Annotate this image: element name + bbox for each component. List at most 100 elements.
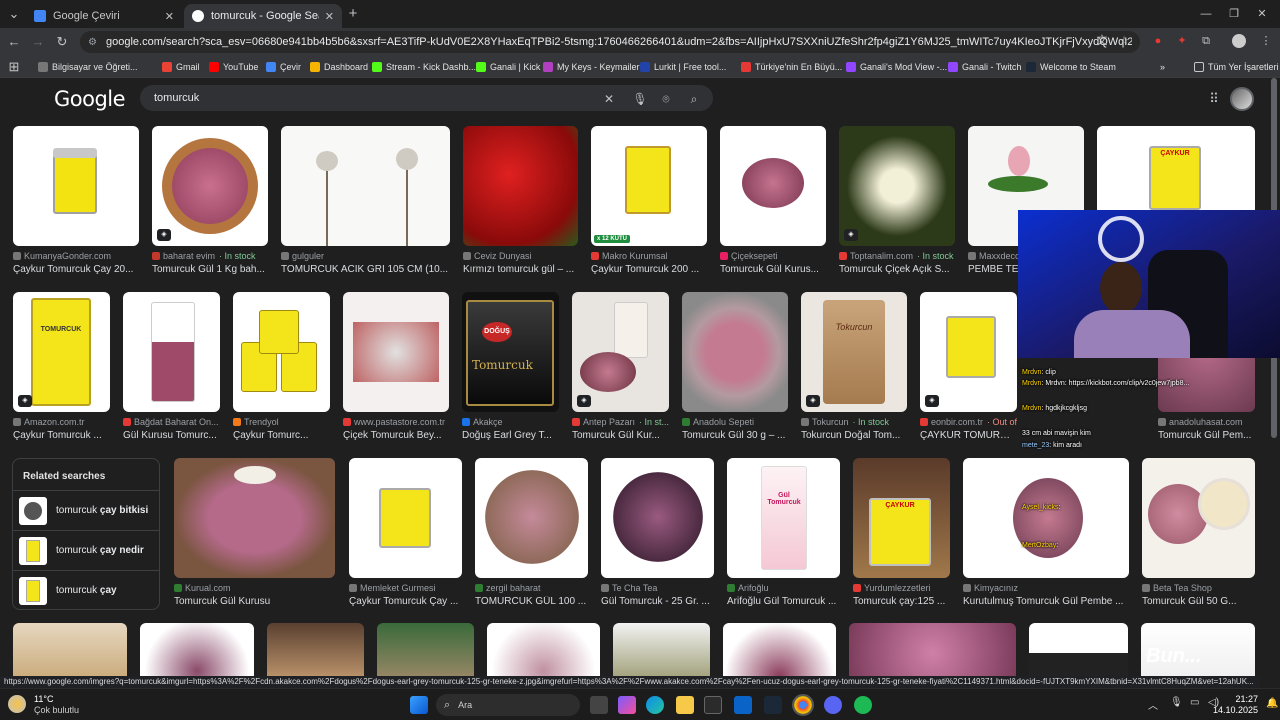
result-title[interactable]: Tomurcuk Gül Kurusu [174,596,335,607]
image-result[interactable]: Gül Tomurcuk Arifoğlu Arifoğlu Gül Tomur… [727,458,840,607]
image-result[interactable]: gulguler TOMURCUK ACIK GRI 105 CM (10... [281,126,450,275]
image-result[interactable]: Trendyol Çaykur Tomurc... [233,292,330,441]
result-title[interactable]: ÇAYKUR TOMURCU... [920,430,1017,441]
result-thumbnail[interactable] [849,623,1016,676]
result-title[interactable]: Tomurcuk Gül 50 G... [1142,596,1255,607]
image-result[interactable]: Anadolu Sepeti Tomurcuk Gül 30 g – ... [682,292,788,441]
result-title[interactable]: Tomurcuk Gül 1 Kg bah... [152,264,268,275]
taskbar-search[interactable]: ⌕ Ara [436,694,580,716]
related-search-item[interactable]: tomurcuk çay bitkisi [13,490,159,530]
image-result[interactable]: TOMURCUK ◈ Amazon.com.tr Çaykur Tomurcuk… [13,292,110,441]
lens-icon[interactable]: ⌾ [658,91,674,107]
bookmark-item[interactable]: YouTube [209,59,258,75]
image-result[interactable] [13,623,127,676]
image-result[interactable] [849,623,1016,676]
site-info-icon[interactable]: ⚙ [88,37,102,48]
tray-overflow-icon[interactable]: ︿ [1148,697,1158,712]
image-result[interactable]: ÇAYKUR Yurdumlezzetleri Tomurcuk çay:125… [853,458,950,607]
result-thumbnail[interactable] [682,292,788,412]
result-thumbnail[interactable] [1029,623,1128,676]
search-input[interactable]: tomurcuk [140,85,713,111]
steam-icon[interactable] [764,696,782,714]
image-result[interactable]: Çiçeksepeti Tomurcuk Gül Kurus... [720,126,826,275]
image-result[interactable]: Te Cha Tea Gül Tomurcuk - 25 Gr. ... [601,458,714,607]
reload-icon[interactable]: ↻ [54,34,70,50]
windows-start-icon[interactable] [410,696,428,714]
notifications-icon[interactable]: 🔔 [1266,698,1278,709]
copilot-icon[interactable] [618,696,636,714]
result-title[interactable]: Çaykur Tomurc... [233,430,330,441]
result-thumbnail[interactable] [233,292,330,412]
image-result[interactable]: zergil baharat TOMURCUK GÜL 100 ... [475,458,588,607]
result-title[interactable]: Gül Kurusu Tomurc... [123,430,220,441]
weather-icon[interactable] [8,695,26,713]
microphone-icon[interactable]: 🎙 [1170,697,1183,708]
close-tab-icon[interactable]: ✕ [325,10,334,23]
clock-time[interactable]: 21:27 [1220,694,1258,704]
image-result[interactable]: ◈ Toptanalim.com · In stock Tomurcuk Çiçe… [839,126,955,275]
image-result[interactable]: Kurual.com Tomurcuk Gül Kurusu [174,458,335,607]
image-result[interactable]: KumanyaGonder.com Çaykur Tomurcuk Çay 20… [13,126,139,275]
result-title[interactable]: Çiçek Tomurcuk Bey... [343,430,449,441]
image-result[interactable]: ◈ eonbir.com.tr· Out of... ÇAYKUR TOMURC… [920,292,1017,441]
image-result[interactable] [267,623,364,676]
result-thumbnail[interactable] [349,458,462,578]
result-thumbnail[interactable] [487,623,600,676]
image-result[interactable]: Tokurcun ◈ Tokurcun · In stock Tokurcun D… [801,292,907,441]
bookmark-item[interactable]: Çevir [266,59,301,75]
store-icon[interactable] [704,696,722,714]
tab-google-translate[interactable]: Google Çeviri ✕ [26,4,182,28]
result-thumbnail[interactable] [463,126,578,246]
related-search-item[interactable]: tomurcuk çay [13,570,159,610]
result-thumbnail[interactable] [140,623,254,676]
address-bar[interactable]: ⚙ google.com/search?sca_esv=06680e941bb4… [80,31,1140,53]
image-result[interactable]: DOĞUŞ Tomurcuk Akakçe Doğuş Earl Grey T.… [462,292,559,441]
result-thumbnail[interactable] [723,623,836,676]
bookmark-item[interactable]: Stream - Kick Dashb... [372,59,476,75]
image-result[interactable]: www.pastastore.com.tr Çiçek Tomurcuk Bey… [343,292,449,441]
weather-temp[interactable]: 11°C [34,694,53,704]
result-thumbnail[interactable] [343,292,449,412]
result-title[interactable]: Tomurcuk Gül 30 g – ... [682,430,788,441]
bookmark-item[interactable]: Dashboard [310,59,368,75]
result-thumbnail[interactable] [720,126,826,246]
extension-icon[interactable]: ● [1150,33,1166,49]
url-text[interactable]: google.com/search?sca_esv=06680e941bb4b5… [106,36,1132,48]
bookmark-item[interactable]: Bilgisayar ve Öğreti... [38,59,138,75]
tab-search-icon[interactable]: ⌄ [6,6,22,22]
search-query[interactable]: tomurcuk [154,92,713,104]
image-result[interactable] [140,623,254,676]
minimize-icon[interactable]: — [1196,6,1216,22]
result-thumbnail[interactable]: Gül Tomurcuk [727,458,840,578]
back-icon[interactable]: ← [6,34,22,50]
file-explorer-icon[interactable] [676,696,694,714]
result-thumbnail[interactable]: ◈ [839,126,955,246]
result-title[interactable]: Çaykur Tomurcuk Çay ... [349,596,462,607]
image-result[interactable]: ◈ baharat evim · In stock Tomurcuk Gül 1 … [152,126,268,275]
result-thumbnail[interactable]: ◈ [152,126,268,246]
bookmark-item[interactable]: Türkiye'nin En Büyü... [741,59,842,75]
result-title[interactable]: Çaykur Tomurcuk ... [13,430,110,441]
result-thumbnail[interactable] [123,292,220,412]
image-result[interactable] [723,623,836,676]
result-title[interactable]: Tokurcun Doğal Tom... [801,430,907,441]
image-result[interactable]: Ceviz Dunyasi Kırmızı tomurcuk gül – ... [463,126,578,275]
apps-grid-icon[interactable]: ⊞ [6,59,22,75]
close-window-icon[interactable]: ✕ [1252,6,1272,22]
search-icon[interactable]: ⌕ [686,91,702,107]
result-thumbnail[interactable]: TOMURCUK ◈ [13,292,110,412]
result-thumbnail[interactable]: ÇAYKUR [853,458,950,578]
result-thumbnail[interactable] [281,126,450,246]
voice-search-icon[interactable]: 🎙 [632,91,648,107]
image-result[interactable] [613,623,710,676]
chrome-icon[interactable] [792,694,814,716]
related-search-label[interactable]: tomurcuk çay [56,585,117,596]
menu-icon[interactable]: ⋮ [1258,33,1274,49]
translate-icon[interactable]: 文 [1094,33,1110,49]
close-tab-icon[interactable]: ✕ [165,10,174,23]
image-result[interactable] [487,623,600,676]
tab-google-search[interactable]: tomurcuk - Google Search ✕ [184,4,342,28]
bookmark-item[interactable]: Tüm Yer İşaretleri [1194,59,1279,75]
discord-icon[interactable] [824,696,842,714]
task-view-icon[interactable] [590,696,608,714]
